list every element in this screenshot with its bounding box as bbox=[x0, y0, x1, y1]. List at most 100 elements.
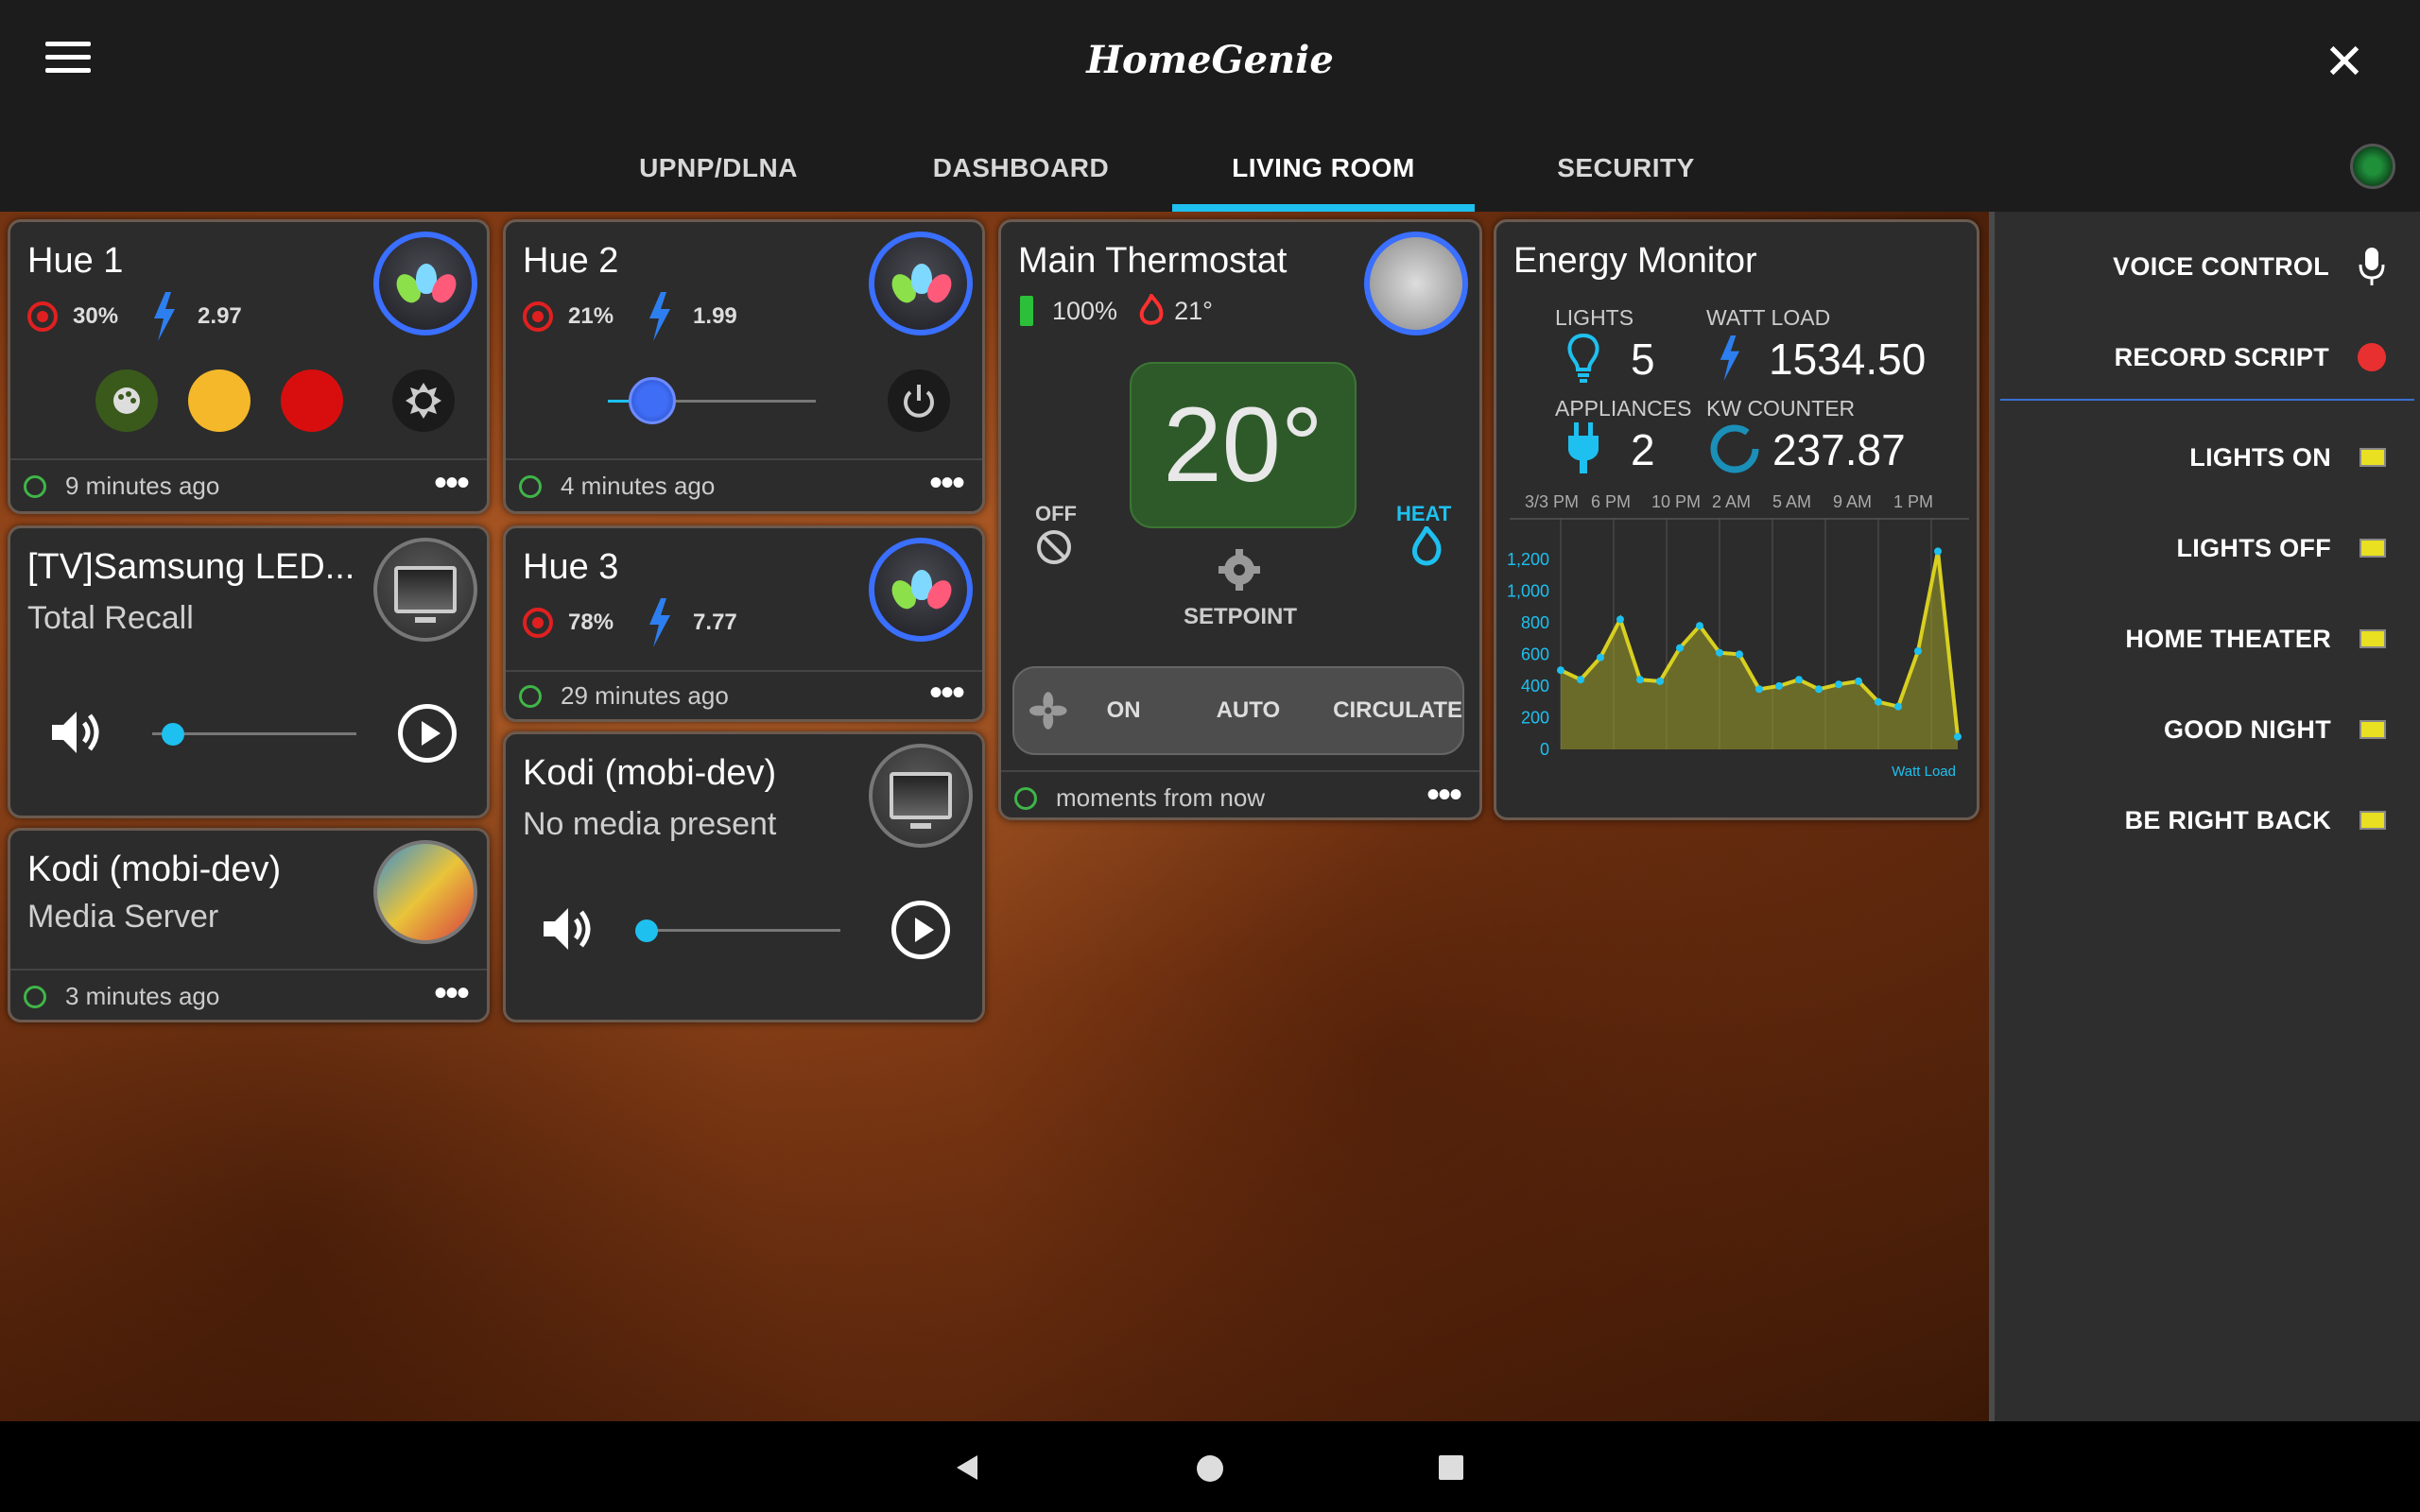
tv-icon[interactable] bbox=[373, 538, 477, 642]
last-updated: 29 minutes ago bbox=[519, 681, 729, 711]
brightness-button[interactable] bbox=[392, 369, 455, 432]
setpoint-gear-icon[interactable] bbox=[1217, 547, 1262, 593]
level-value: 78% bbox=[568, 610, 614, 635]
watt-bolt-icon bbox=[1720, 335, 1740, 381]
brightness-icon bbox=[406, 383, 441, 419]
color-palette-button[interactable] bbox=[95, 369, 158, 432]
record-script-button[interactable]: RECORD SCRIPT bbox=[2115, 329, 2386, 386]
tab-dashboard[interactable]: DASHBOARD bbox=[870, 142, 1172, 212]
status-dot-icon bbox=[519, 474, 542, 498]
close-icon[interactable]: ✕ bbox=[2307, 30, 2382, 98]
volume-slider-thumb[interactable] bbox=[634, 919, 658, 942]
scene-indicator-icon bbox=[2360, 811, 2386, 830]
data-point bbox=[1656, 677, 1664, 685]
widget-energy-monitor[interactable]: Energy Monitor LIGHTS 5 WATT LOAD 1534.5… bbox=[1494, 219, 1979, 820]
play-button[interactable] bbox=[398, 704, 457, 763]
recents-icon[interactable] bbox=[1439, 1455, 1463, 1480]
widget-hue-1[interactable]: Hue 1 30% 2.97 9 minutes ago ••• bbox=[8, 219, 490, 514]
x-tick-label: 9 AM bbox=[1833, 492, 1872, 511]
battery-icon bbox=[1020, 296, 1033, 326]
widget-title: Kodi (mobi-dev) bbox=[523, 753, 777, 793]
light-bulbs-icon[interactable] bbox=[869, 232, 973, 335]
now-playing: Total Recall bbox=[27, 600, 194, 636]
more-options-button[interactable]: ••• bbox=[929, 464, 965, 502]
widget-hue-3[interactable]: Hue 3 78% 7.77 29 minutes ago ••• bbox=[503, 525, 985, 722]
level-icon bbox=[523, 608, 553, 638]
scene-indicator-icon bbox=[2360, 539, 2386, 558]
widget-hue-2[interactable]: Hue 2 21% 1.99 4 minutes ago ••• bbox=[503, 219, 985, 514]
main-area: Hue 1 30% 2.97 9 minutes ago ••• Hue 2 2… bbox=[0, 212, 1989, 1421]
more-options-button[interactable]: ••• bbox=[434, 974, 470, 1012]
x-tick-label: 6 PM bbox=[1591, 492, 1631, 511]
tab-living-room[interactable]: LIVING ROOM bbox=[1172, 142, 1475, 212]
status-dot-icon bbox=[1014, 786, 1037, 810]
mode-off-icon[interactable] bbox=[1035, 528, 1073, 566]
voice-control-button[interactable]: VOICE CONTROL bbox=[2113, 238, 2386, 295]
volume-slider-thumb[interactable] bbox=[161, 723, 184, 746]
mode-heat-icon[interactable] bbox=[1409, 526, 1443, 568]
plug-icon bbox=[1568, 422, 1599, 473]
setpoint-display[interactable]: 20° bbox=[1130, 362, 1357, 528]
series-area bbox=[1561, 551, 1958, 749]
fan-mode-on[interactable]: ON bbox=[1107, 697, 1141, 724]
color-red-button[interactable] bbox=[281, 369, 343, 432]
side-panel: VOICE CONTROL RECORD SCRIPT LIGHTS ON LI… bbox=[1989, 212, 2420, 1421]
tv-icon[interactable] bbox=[869, 744, 973, 848]
back-icon[interactable] bbox=[953, 1453, 981, 1482]
data-point bbox=[1934, 547, 1942, 556]
fan-mode-auto[interactable]: AUTO bbox=[1217, 697, 1281, 724]
data-point bbox=[1597, 653, 1604, 662]
status-dot-icon bbox=[24, 985, 46, 1008]
scene-lights-on[interactable]: LIGHTS ON bbox=[2189, 429, 2386, 486]
top-bar: HomeGenie ✕ UPNP/DLNA DASHBOARD LIVING R… bbox=[0, 0, 2420, 212]
record-icon bbox=[2358, 343, 2386, 371]
light-bulbs-icon[interactable] bbox=[373, 232, 477, 335]
appliances-label: APPLIANCES bbox=[1555, 396, 1692, 421]
mode-off-label: OFF bbox=[1035, 502, 1077, 525]
level-icon bbox=[27, 301, 58, 332]
connection-status-icon[interactable] bbox=[2350, 144, 2395, 189]
last-updated: 9 minutes ago bbox=[24, 472, 219, 501]
y-tick-label: 600 bbox=[1521, 644, 1549, 663]
media-server-icon[interactable] bbox=[373, 840, 477, 944]
scene-good-night[interactable]: GOOD NIGHT bbox=[2164, 701, 2386, 758]
watt-load-value: 1534.50 bbox=[1769, 335, 1927, 384]
microphone-icon bbox=[2359, 248, 2385, 285]
level-value: 21% bbox=[568, 303, 614, 329]
widget-kodi-player[interactable]: Kodi (mobi-dev) No media present bbox=[503, 731, 985, 1022]
last-updated: 4 minutes ago bbox=[519, 472, 715, 501]
widget-kodi-media-server[interactable]: Kodi (mobi-dev) Media Server 3 minutes a… bbox=[8, 828, 490, 1022]
fan-icon[interactable] bbox=[1029, 690, 1067, 731]
volume-slider[interactable] bbox=[152, 723, 356, 746]
volume-icon[interactable] bbox=[48, 704, 105, 761]
more-options-button[interactable]: ••• bbox=[434, 464, 470, 502]
volume-icon[interactable] bbox=[540, 901, 596, 957]
more-options-button[interactable]: ••• bbox=[929, 674, 965, 712]
light-bulbs-icon[interactable] bbox=[869, 538, 973, 642]
volume-slider[interactable] bbox=[634, 919, 840, 942]
widget-main-thermostat[interactable]: Main Thermostat 100% 21° 20° OFF HEAT SE… bbox=[998, 219, 1482, 820]
y-tick-label: 200 bbox=[1521, 708, 1549, 727]
play-button[interactable] bbox=[891, 901, 950, 959]
data-point bbox=[1815, 685, 1823, 694]
more-options-button[interactable]: ••• bbox=[1426, 776, 1462, 814]
heater-icon[interactable] bbox=[1364, 232, 1468, 335]
level-slider-thumb[interactable] bbox=[629, 377, 676, 424]
now-playing: No media present bbox=[523, 806, 777, 842]
scene-home-theater[interactable]: HOME THEATER bbox=[2125, 610, 2386, 667]
lightbulb-icon bbox=[1567, 333, 1599, 383]
level-slider[interactable] bbox=[608, 377, 816, 424]
scene-be-right-back[interactable]: BE RIGHT BACK bbox=[2125, 792, 2386, 849]
kw-counter-value: 237.87 bbox=[1772, 425, 1906, 474]
fan-mode-circulate[interactable]: CIRCULATE bbox=[1333, 697, 1462, 724]
power-button[interactable] bbox=[888, 369, 950, 432]
tab-security[interactable]: SECURITY bbox=[1475, 142, 1777, 212]
widget-samsung-tv[interactable]: [TV]Samsung LED... Total Recall bbox=[8, 525, 490, 818]
home-icon[interactable] bbox=[1197, 1455, 1223, 1482]
tab-upnp-dlna[interactable]: UPNP/DLNA bbox=[567, 142, 870, 212]
power-value: 2.97 bbox=[198, 303, 242, 329]
y-tick-label: 1,000 bbox=[1507, 581, 1549, 600]
scene-lights-off[interactable]: LIGHTS OFF bbox=[2177, 520, 2386, 576]
color-yellow-button[interactable] bbox=[188, 369, 251, 432]
data-point bbox=[1875, 697, 1882, 706]
